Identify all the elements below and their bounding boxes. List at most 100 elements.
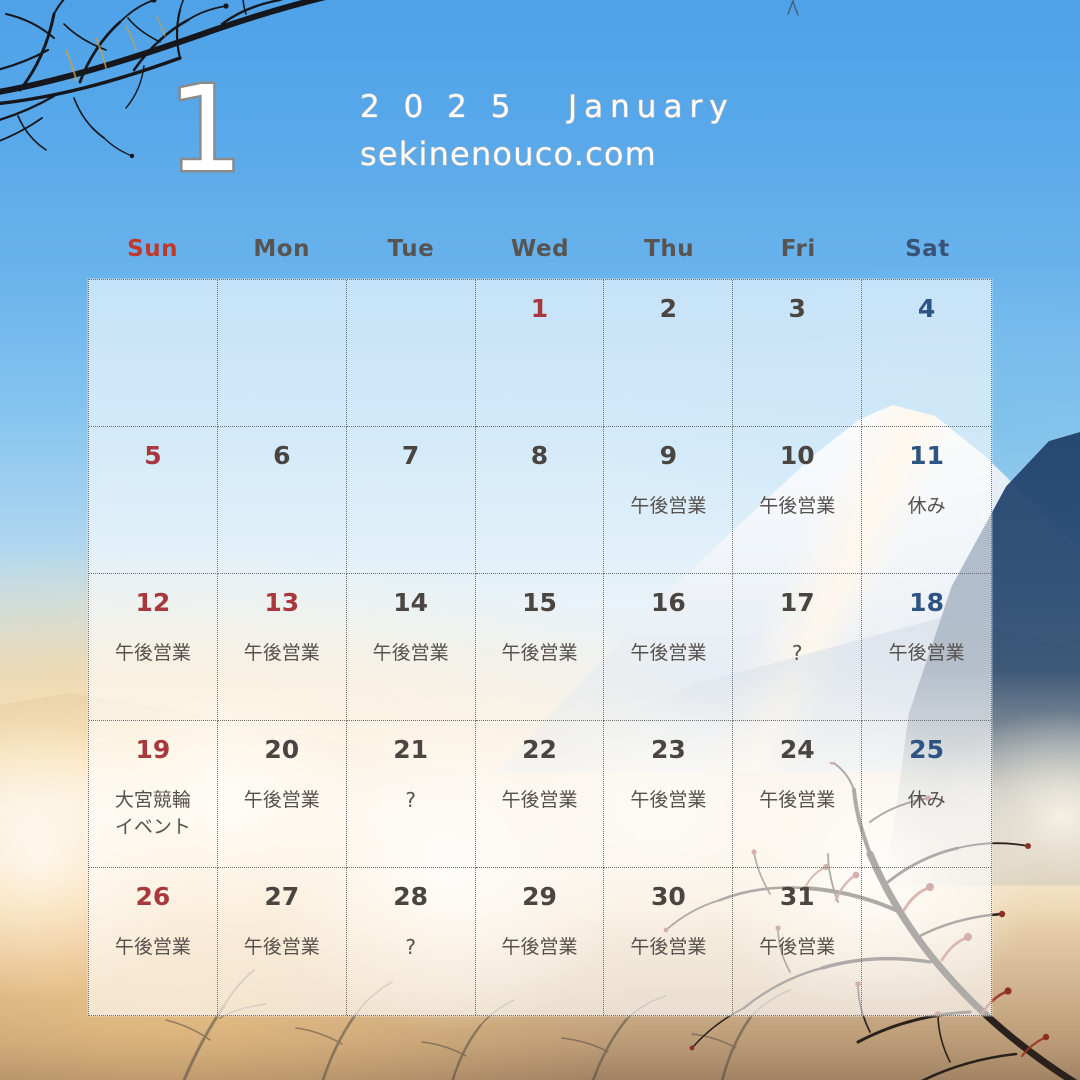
day-number: 4 <box>917 294 936 323</box>
weekday-header-row: Sun Mon Tue Wed Thu Fri Sat <box>88 236 992 262</box>
day-note: 大宮競輪 イベント <box>114 789 191 838</box>
day-note: 午後営業 <box>888 642 965 664</box>
calendar-page: 1 2 0 2 5 January sekinenouco.com Sun Mo… <box>0 0 1080 1080</box>
day-number: 16 <box>650 588 686 617</box>
calendar-day-cell[interactable]: 6 <box>217 427 347 574</box>
calendar-day-cell[interactable]: 5 <box>89 427 218 574</box>
day-number: 27 <box>264 882 300 911</box>
day-note: 午後営業 <box>630 789 707 811</box>
day-note: 午後営業 <box>114 642 191 664</box>
site-url-label: sekinenouco.com <box>359 134 658 173</box>
day-note: ? <box>791 641 803 665</box>
calendar-day-cell[interactable]: 10 午後営業 <box>733 427 863 574</box>
calendar-grid: 1 2 3 4 5 6 7 8 9 午後営業 10 午後営業 11 休み 12 午後営業 13 午後営業 14 午後営… <box>87 278 993 1017</box>
day-number: 5 <box>144 441 162 470</box>
calendar-header: 1 2 0 2 5 January sekinenouco.com <box>0 0 1080 210</box>
weekday-header-tue: Tue <box>387 236 435 262</box>
weekday-header-wed: Wed <box>510 236 570 262</box>
day-number: 13 <box>264 588 300 617</box>
calendar-day-cell[interactable]: 8 <box>475 427 605 574</box>
day-note: 午後営業 <box>243 789 320 811</box>
weekday-header-sat: Sat <box>905 236 950 262</box>
calendar-empty-cell <box>89 280 218 427</box>
month-numeral: 1 <box>165 60 245 198</box>
day-number: 22 <box>522 735 557 764</box>
day-number: 21 <box>393 735 429 764</box>
day-number: 6 <box>273 441 291 470</box>
calendar-day-cell[interactable]: 20 午後営業 <box>217 721 347 868</box>
day-note: ? <box>405 935 416 959</box>
day-number: 29 <box>522 882 557 911</box>
day-number: 12 <box>135 588 171 617</box>
day-note: 午後営業 <box>759 495 836 517</box>
calendar-day-cell[interactable]: 7 <box>346 427 476 574</box>
calendar-day-cell[interactable]: 19 大宮競輪 イベント <box>89 721 218 868</box>
day-number: 1 <box>530 294 549 323</box>
weekday-header-thu: Thu <box>644 236 695 262</box>
weekday-header-fri: Fri <box>780 236 816 262</box>
calendar-day-cell[interactable]: 1 <box>475 280 605 427</box>
calendar-day-cell[interactable]: 26 午後営業 <box>89 868 218 1015</box>
calendar-day-cell[interactable]: 31 午後営業 <box>733 868 863 1015</box>
calendar-day-cell[interactable]: 13 午後営業 <box>217 574 347 721</box>
day-number: 26 <box>135 882 171 911</box>
day-number: 7 <box>401 441 420 470</box>
day-note: 午後営業 <box>630 936 707 958</box>
day-note: 休み <box>907 495 946 517</box>
calendar-day-cell[interactable]: 14 午後営業 <box>346 574 476 721</box>
calendar-day-cell[interactable]: 9 午後営業 <box>604 427 734 574</box>
day-number: 31 <box>779 882 815 911</box>
day-note: 午後営業 <box>630 642 707 664</box>
calendar-empty-cell <box>217 280 347 427</box>
day-number: 9 <box>659 441 678 470</box>
calendar-day-cell[interactable]: 2 <box>604 280 734 427</box>
calendar-day-cell[interactable]: 18 午後営業 <box>862 574 991 721</box>
day-number: 23 <box>650 735 686 764</box>
year-month-title: 2 0 2 5 January <box>359 88 735 125</box>
day-number: 3 <box>788 294 806 323</box>
calendar-day-cell[interactable]: 30 午後営業 <box>604 868 734 1015</box>
day-note: 午後営業 <box>243 642 320 664</box>
calendar-empty-cell <box>346 280 476 427</box>
calendar-day-cell[interactable]: 28? <box>347 868 476 1015</box>
day-note: 午後営業 <box>630 495 707 517</box>
title-block: 2 0 2 5 January sekinenouco.com <box>359 86 735 176</box>
day-note: 午後営業 <box>759 789 836 811</box>
calendar-day-cell[interactable]: 23 午後営業 <box>604 721 734 868</box>
calendar-day-cell[interactable]: 12 午後営業 <box>89 574 218 721</box>
day-number: 19 <box>135 735 171 764</box>
day-number: 10 <box>779 441 815 470</box>
calendar-day-cell[interactable]: 3 <box>733 280 863 427</box>
calendar-day-cell[interactable]: 4 <box>862 280 991 427</box>
calendar-day-cell[interactable]: 16 午後営業 <box>604 574 734 721</box>
day-note: 午後営業 <box>243 936 320 958</box>
day-note: 午後営業 <box>114 936 191 958</box>
day-note: 午後営業 <box>372 642 449 664</box>
day-number: 15 <box>522 588 557 617</box>
day-note: 午後営業 <box>501 936 578 958</box>
day-number: 25 <box>909 735 944 764</box>
calendar-day-cell[interactable]: 21? <box>346 721 476 868</box>
calendar-day-cell[interactable]: 27 午後営業 <box>218 868 347 1015</box>
calendar-empty-cell <box>862 868 991 1015</box>
day-note: 午後営業 <box>501 789 578 811</box>
day-number: 24 <box>779 735 815 764</box>
calendar-day-cell[interactable]: 29 午後営業 <box>476 868 605 1015</box>
weekday-header-mon: Mon <box>253 236 310 262</box>
day-number: 17 <box>779 588 815 617</box>
day-number: 18 <box>909 588 944 617</box>
day-note: 午後営業 <box>759 936 836 958</box>
day-number: 28 <box>393 882 429 911</box>
day-number: 2 <box>659 294 678 323</box>
day-number: 20 <box>264 735 300 764</box>
day-number: 8 <box>530 441 549 470</box>
calendar-day-cell[interactable]: 17? <box>733 574 863 721</box>
day-note: 休み <box>907 789 946 811</box>
calendar-day-cell[interactable]: 24 午後営業 <box>733 721 863 868</box>
calendar-day-cell[interactable]: 25 休み <box>862 721 991 868</box>
day-number: 14 <box>393 588 429 617</box>
calendar-day-cell[interactable]: 22 午後営業 <box>475 721 605 868</box>
calendar-day-cell[interactable]: 11 休み <box>862 427 991 574</box>
calendar-day-cell[interactable]: 15 午後営業 <box>475 574 605 721</box>
day-number: 11 <box>909 441 944 470</box>
